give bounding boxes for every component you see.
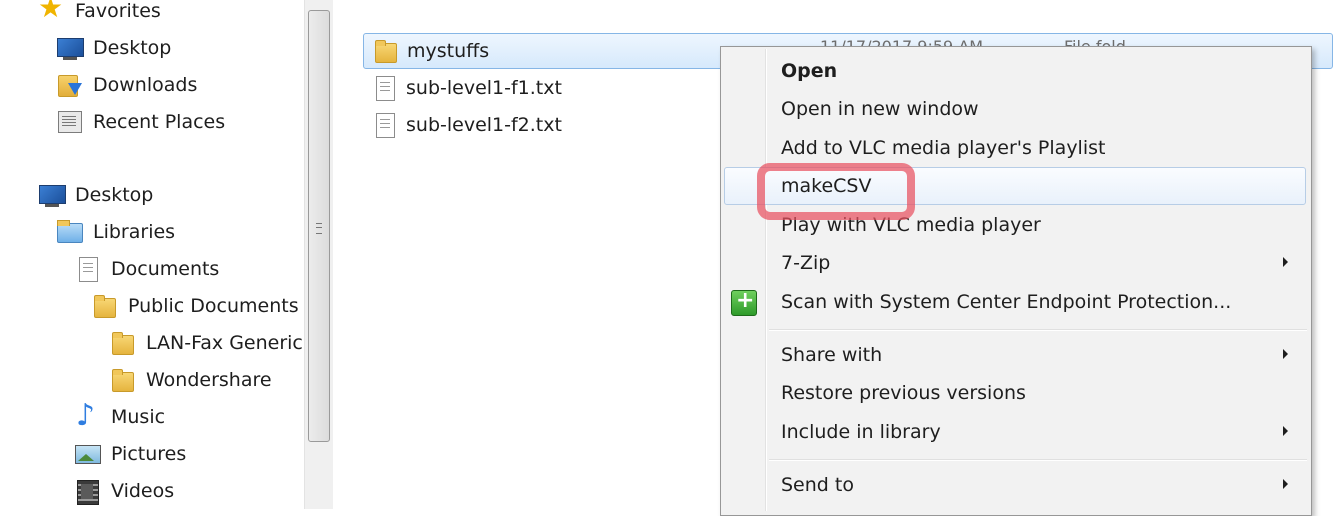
submenu-arrow-icon: [1283, 257, 1288, 267]
scrollbar-thumb[interactable]: [308, 10, 330, 442]
menu-separator: [769, 459, 1307, 461]
nav-item-recent-places[interactable]: Recent Places: [56, 105, 225, 139]
navigation-pane: Favorites Desktop Downloads Recent Place…: [0, 0, 304, 509]
menu-item-label: Share with: [781, 344, 883, 366]
menu-item-open[interactable]: Open: [724, 52, 1306, 90]
desktop-icon: [56, 34, 84, 62]
nav-item-desktop[interactable]: Desktop: [56, 31, 171, 65]
menu-item-play-vlc[interactable]: Play with VLC media player: [724, 206, 1306, 244]
nav-item-downloads[interactable]: Downloads: [56, 68, 197, 102]
menu-item-label: 7-Zip: [781, 252, 831, 274]
endpoint-protection-icon: [729, 287, 757, 316]
nav-item-videos[interactable]: Videos: [74, 474, 174, 508]
file-date: 11/17/2017 9:59 AM: [820, 37, 1060, 46]
menu-item-label: Play with VLC media player: [781, 214, 1041, 236]
nav-item-wondershare[interactable]: Wondershare: [109, 363, 272, 397]
nav-item-label: Wondershare: [146, 369, 272, 391]
menu-item-scan-endpoint-protection[interactable]: Scan with System Center Endpoint Protect…: [724, 283, 1306, 321]
file-type: File fold: [1064, 37, 1164, 46]
menu-item-add-vlc-playlist[interactable]: Add to VLC media player's Playlist: [724, 129, 1306, 167]
nav-item-label: Recent Places: [93, 111, 226, 133]
folder-icon: [109, 366, 137, 394]
file-name: mystuffs: [407, 40, 490, 62]
nav-item-favorites[interactable]: Favorites: [38, 0, 161, 28]
menu-item-label: Include in library: [781, 421, 941, 443]
nav-item-desktop-root[interactable]: Desktop: [38, 178, 153, 212]
file-name: sub-level1-f1.txt: [406, 77, 562, 99]
videos-icon: [74, 477, 102, 505]
nav-item-libraries[interactable]: Libraries: [56, 215, 175, 249]
nav-item-pictures[interactable]: Pictures: [74, 437, 186, 471]
submenu-arrow-icon: [1283, 426, 1288, 436]
text-file-icon: [371, 74, 397, 102]
nav-item-label: Public Documents: [128, 295, 299, 317]
menu-item-label: makeCSV: [781, 175, 872, 197]
nav-item-label: Favorites: [75, 0, 161, 22]
text-file-icon: [371, 111, 397, 139]
menu-item-label: Open in new window: [781, 98, 979, 120]
pictures-icon: [74, 440, 102, 468]
recent-places-icon: [56, 108, 84, 136]
menu-item-label: Open: [781, 60, 838, 82]
menu-item-open-new-window[interactable]: Open in new window: [724, 90, 1306, 128]
menu-item-label: Restore previous versions: [781, 382, 1026, 404]
menu-separator: [769, 329, 1307, 331]
nav-item-label: Videos: [111, 480, 175, 502]
downloads-icon: [56, 71, 84, 99]
nav-item-label: Documents: [111, 258, 220, 280]
menu-item-makecsv[interactable]: makeCSV: [724, 167, 1306, 205]
nav-item-label: Music: [111, 406, 166, 428]
navigation-scrollbar[interactable]: [304, 0, 333, 509]
menu-item-restore-previous-versions[interactable]: Restore previous versions: [724, 374, 1306, 412]
music-icon: [74, 398, 102, 433]
nav-item-label: Libraries: [93, 221, 176, 243]
nav-item-lan-fax-generic[interactable]: LAN-Fax Generic: [109, 326, 303, 360]
libraries-icon: [56, 218, 84, 246]
menu-item-label: Add to VLC media player's Playlist: [781, 137, 1106, 159]
menu-item-include-in-library[interactable]: Include in library: [724, 413, 1306, 451]
folder-icon: [372, 37, 398, 65]
folder-icon: [109, 329, 137, 357]
menu-item-send-to[interactable]: Send to: [724, 466, 1306, 504]
folder-icon: [91, 292, 119, 320]
nav-item-label: LAN-Fax Generic: [146, 332, 303, 354]
nav-item-label: Desktop: [75, 184, 154, 206]
nav-item-label: Pictures: [111, 443, 187, 465]
nav-item-public-documents[interactable]: Public Documents: [91, 289, 299, 323]
menu-item-share-with[interactable]: Share with: [724, 336, 1306, 374]
nav-item-music[interactable]: Music: [74, 398, 166, 434]
desktop-icon: [38, 181, 66, 209]
scrollbar-grip-icon: [316, 223, 322, 234]
context-menu: Open Open in new window Add to VLC media…: [720, 46, 1312, 516]
nav-item-label: Desktop: [93, 37, 172, 59]
menu-item-7zip[interactable]: 7-Zip: [724, 244, 1306, 282]
nav-item-documents[interactable]: Documents: [74, 252, 219, 286]
menu-item-label: Send to: [781, 474, 854, 496]
submenu-arrow-icon: [1283, 349, 1288, 359]
nav-item-label: Downloads: [93, 74, 198, 96]
favorites-star-icon: [38, 0, 66, 25]
file-name: sub-level1-f2.txt: [406, 114, 562, 136]
menu-item-label: Scan with System Center Endpoint Protect…: [781, 291, 1232, 313]
document-icon: [74, 255, 102, 283]
submenu-arrow-icon: [1283, 479, 1288, 489]
